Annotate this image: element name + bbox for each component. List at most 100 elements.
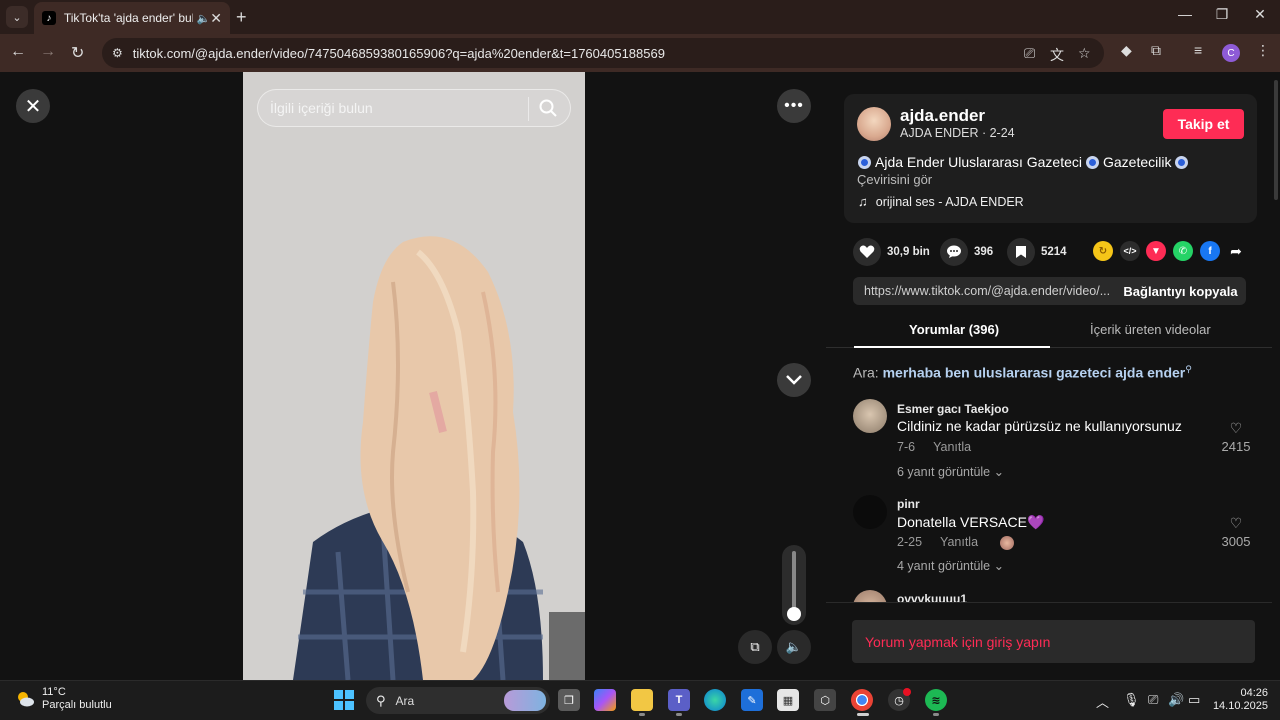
extensions-icon[interactable]: ⧉ [1151, 42, 1161, 59]
comment-like[interactable]: ♡ 2415 [1216, 420, 1256, 454]
app-cube-icon[interactable]: ⬡ [814, 689, 836, 711]
spotify-icon[interactable]: ≋ [925, 689, 947, 711]
comment-partial: ovvvkuuuu1 [840, 588, 1272, 603]
site-info-icon[interactable]: ⚙ [112, 46, 123, 60]
tab-creator-videos[interactable]: İçerik üreten videolar [1090, 322, 1211, 337]
network-icon[interactable]: ⎚ [1148, 692, 1158, 708]
save-action[interactable]: 5214 [1007, 238, 1067, 266]
menu-kebab-icon[interactable]: ⋮ [1256, 42, 1270, 59]
volume-slider[interactable] [782, 545, 806, 625]
purple-heart-emoji: 💜 [1026, 514, 1045, 530]
weather-widget[interactable]: 11°C Parçalı bulutlu [14, 686, 112, 712]
comment-meta: 7-6 Yanıtla [897, 440, 971, 454]
share-link-text[interactable]: https://www.tiktok.com/@ajda.ender/video… [864, 284, 1112, 298]
edge-icon[interactable] [704, 689, 726, 711]
creator-username[interactable]: ajda.ender [900, 106, 985, 126]
task-view-icon[interactable]: ❐ [558, 689, 580, 711]
view-replies-link[interactable]: 6 yanıt görüntüle ⌄ [897, 464, 1004, 479]
heart-icon[interactable] [853, 238, 881, 266]
page-scrollbar[interactable] [1272, 72, 1280, 680]
follow-button[interactable]: Takip et [1163, 109, 1244, 139]
battery-icon[interactable]: ▭ [1188, 692, 1200, 708]
system-clock[interactable]: 04:26 14.10.2025 [1212, 687, 1268, 713]
next-video-chevron-icon[interactable] [777, 363, 811, 397]
floating-player-icon[interactable]: ⧉ [738, 630, 772, 664]
whatsapp-icon[interactable]: ✆ [1173, 241, 1193, 261]
windows-start-icon[interactable] [333, 689, 355, 711]
gemini-icon[interactable]: ◆ [1121, 42, 1132, 59]
volume-icon[interactable]: 🔊 [1168, 692, 1184, 708]
show-hidden-icons-chevron[interactable]: ︿ [1096, 692, 1109, 711]
translate-icon[interactable]: 文 [1050, 45, 1064, 65]
scrollbar-thumb[interactable] [1274, 80, 1278, 200]
search-suggestion-query[interactable]: merhaba ben uluslararası gazeteci ajda e… [883, 365, 1186, 381]
copy-link-button[interactable]: Bağlantıyı kopyala [1115, 277, 1246, 305]
commenter-name[interactable]: Esmer gacı Taekjoo [897, 402, 1009, 416]
comment-login-prompt[interactable]: Yorum yapmak için giriş yapın [852, 620, 1255, 663]
mute-speaker-icon[interactable]: 🔈 [777, 630, 811, 664]
volume-knob[interactable] [787, 607, 801, 621]
whiteboard-icon[interactable]: ✎ [741, 689, 763, 711]
share-link-box: https://www.tiktok.com/@ajda.ender/video… [853, 277, 1246, 305]
share-arrow-icon[interactable]: ➦ [1226, 241, 1246, 261]
search-icon[interactable] [538, 98, 558, 118]
like-action[interactable]: 30,9 bin [853, 238, 930, 266]
bookmark-icon[interactable] [1007, 238, 1035, 266]
microphone-icon[interactable]: 🎙 [1123, 692, 1140, 708]
more-options-icon[interactable]: ••• [777, 89, 811, 123]
forward-icon[interactable]: → [40, 43, 56, 61]
back-icon[interactable]: ← [10, 43, 26, 61]
bookmark-star-icon[interactable]: ☆ [1078, 45, 1091, 62]
creator-avatar[interactable] [857, 107, 891, 141]
tab-search-chevron-icon[interactable]: ⌄ [6, 6, 28, 28]
new-tab-icon[interactable]: + [236, 7, 247, 28]
address-bar[interactable]: ⚙ tiktok.com/@ajda.ender/video/747504685… [102, 38, 1104, 68]
close-viewer-icon[interactable]: ✕ [16, 89, 50, 123]
browser-tab[interactable]: ♪ TikTok'ta 'ajda ender' bulab 🔈 ✕ [34, 2, 230, 34]
window-close-icon[interactable]: ✕ [1240, 6, 1280, 23]
embed-code-icon[interactable]: </> [1120, 241, 1140, 261]
comment-action[interactable]: 396 [940, 238, 993, 266]
search-highlight-image [504, 690, 546, 711]
heart-outline-icon[interactable]: ♡ [1216, 420, 1256, 437]
chevron-down-icon: ⌄ [993, 465, 1005, 479]
reply-link[interactable]: Yanıtla [933, 440, 971, 454]
commenter-name[interactable]: pinr [897, 497, 920, 511]
copilot-icon[interactable] [594, 689, 616, 711]
related-content-search[interactable]: İlgili içeriği bulun [257, 89, 571, 127]
reply-link[interactable]: Yanıtla [940, 535, 978, 549]
taskbar-search[interactable]: ⚲ Ara [366, 687, 550, 714]
commenter-avatar[interactable] [853, 495, 887, 529]
repost-icon[interactable]: ↻ [1093, 241, 1113, 261]
save-count: 5214 [1041, 246, 1067, 258]
commenter-avatar[interactable] [853, 399, 887, 433]
microsoft-store-icon[interactable]: ▦ [777, 689, 799, 711]
browser-tab-strip: ⌄ ♪ TikTok'ta 'ajda ender' bulab 🔈 ✕ + —… [0, 0, 1280, 34]
file-explorer-icon[interactable] [631, 689, 653, 711]
search-input[interactable]: İlgili içeriği bulun [270, 100, 373, 116]
media-control-icon[interactable]: ≡ [1194, 42, 1202, 58]
chrome-icon[interactable] [851, 689, 873, 711]
comment-bubble-icon[interactable] [940, 238, 968, 266]
tab-comments[interactable]: Yorumlar (396) [909, 322, 999, 337]
see-translation-link[interactable]: Çevirisini gör [857, 172, 932, 187]
music-row[interactable]: ♫ orijinal ses - AJDA ENDER [858, 194, 1024, 209]
teams-icon[interactable]: T [668, 689, 690, 711]
send-friends-icon[interactable]: ▼ [1146, 241, 1166, 261]
search-suggestion[interactable]: Ara: merhaba ben uluslararası gazeteci a… [853, 364, 1192, 381]
facebook-icon[interactable]: f [1200, 241, 1220, 261]
heart-outline-icon[interactable]: ♡ [1216, 515, 1256, 532]
reload-icon[interactable]: ↻ [71, 43, 84, 63]
search-divider [528, 97, 529, 121]
comment-like[interactable]: ♡ 3005 [1216, 515, 1256, 549]
profile-avatar[interactable]: C [1222, 44, 1240, 62]
comment-like-count: 2415 [1221, 439, 1251, 454]
speaker-icon[interactable]: 🔈 [197, 12, 211, 25]
description-text-1: Ajda Ender Uluslararası Gazeteci [875, 154, 1082, 170]
minimize-icon[interactable]: — [1165, 6, 1205, 22]
view-replies-link[interactable]: 4 yanıt görüntüle ⌄ [897, 558, 1004, 573]
tab-close-icon[interactable]: ✕ [210, 10, 222, 27]
maximize-icon[interactable]: ❐ [1202, 6, 1242, 23]
install-app-icon[interactable]: ⎚ [1024, 45, 1035, 62]
video-player[interactable] [243, 72, 585, 680]
